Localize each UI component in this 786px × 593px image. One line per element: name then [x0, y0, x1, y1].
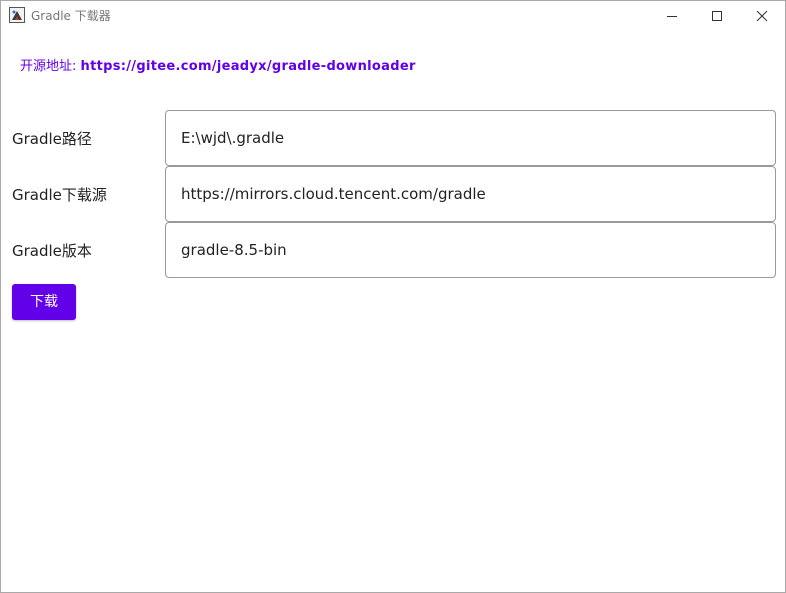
maximize-button[interactable]: [694, 1, 740, 31]
gradle-path-input[interactable]: [165, 110, 776, 166]
minimize-icon: [667, 16, 677, 17]
close-icon: [756, 10, 768, 22]
java-cup-icon: [9, 7, 25, 23]
close-button[interactable]: [739, 1, 785, 31]
gradle-version-input[interactable]: [165, 222, 776, 278]
minimize-button[interactable]: [649, 1, 695, 31]
maximize-icon: [712, 11, 722, 21]
source-link[interactable]: https://gitee.com/jeadyx/gradle-download…: [81, 59, 416, 74]
gradle-mirror-input[interactable]: [165, 166, 776, 222]
gradle-path-label: Gradle路径: [12, 130, 92, 148]
gradle-mirror-label: Gradle下载源: [12, 186, 107, 204]
source-label: 开源地址:: [20, 59, 77, 74]
download-button[interactable]: 下载: [12, 284, 76, 320]
window-title: Gradle 下载器: [31, 9, 111, 23]
gradle-version-label: Gradle版本: [12, 242, 92, 260]
source-address: 开源地址: https://gitee.com/jeadyx/gradle-do…: [20, 58, 416, 76]
app-window: Gradle 下载器 开源地址: https://gitee.com/jeady…: [0, 0, 786, 593]
title-bar[interactable]: Gradle 下载器: [1, 1, 785, 31]
